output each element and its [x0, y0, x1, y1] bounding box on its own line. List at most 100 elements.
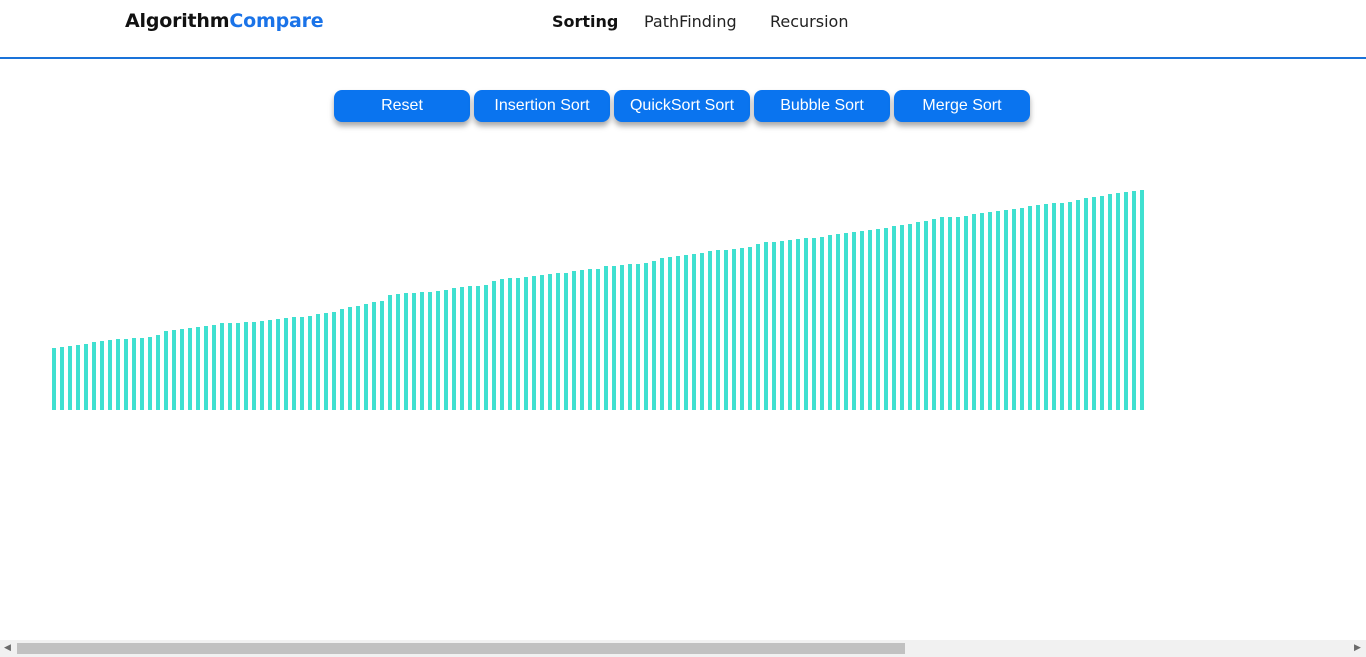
- array-bar: [884, 228, 888, 410]
- array-bar: [324, 313, 328, 410]
- sorting-bars-chart: [52, 190, 1172, 410]
- array-bar: [532, 276, 536, 410]
- array-bar: [692, 254, 696, 410]
- array-bar: [100, 341, 104, 410]
- scroll-left-arrow-icon[interactable]: ◀: [4, 643, 11, 654]
- array-bar: [52, 348, 56, 410]
- array-bar: [332, 312, 336, 410]
- array-bar: [1060, 203, 1064, 410]
- array-bar: [300, 317, 304, 410]
- array-bar: [732, 249, 736, 410]
- array-bar: [804, 238, 808, 410]
- array-bar: [164, 331, 168, 410]
- array-bar: [604, 266, 608, 410]
- array-bar: [364, 304, 368, 410]
- array-bar: [500, 279, 504, 410]
- array-bar: [244, 322, 248, 410]
- array-bar: [196, 327, 200, 410]
- array-bar: [1036, 205, 1040, 410]
- array-bar: [980, 213, 984, 410]
- brand-logo[interactable]: AlgorithmCompare: [125, 10, 324, 32]
- array-bar: [444, 290, 448, 410]
- array-bar: [700, 253, 704, 410]
- array-bar: [836, 234, 840, 410]
- array-bar: [116, 339, 120, 410]
- array-bar: [620, 265, 624, 410]
- array-bar: [596, 269, 600, 410]
- array-bar: [812, 238, 816, 410]
- array-bar: [284, 318, 288, 410]
- array-bar: [380, 301, 384, 410]
- array-bar: [796, 239, 800, 410]
- array-bar: [356, 306, 360, 410]
- array-bar: [708, 251, 712, 410]
- array-bar: [204, 326, 208, 410]
- array-bar: [1140, 190, 1144, 410]
- array-bar: [420, 292, 424, 410]
- array-bar: [684, 255, 688, 410]
- array-bar: [1012, 209, 1016, 410]
- array-bar: [292, 317, 296, 410]
- array-bar: [404, 293, 408, 410]
- array-bar: [540, 275, 544, 410]
- array-bar: [348, 307, 352, 410]
- array-bar: [124, 339, 128, 410]
- array-bar: [644, 263, 648, 410]
- reset-button[interactable]: Reset: [334, 90, 470, 122]
- array-bar: [308, 316, 312, 410]
- horizontal-scrollbar[interactable]: ◀ ▶: [0, 640, 1366, 657]
- array-bar: [996, 211, 1000, 410]
- array-bar: [508, 278, 512, 410]
- array-bar: [156, 335, 160, 410]
- array-bar: [932, 219, 936, 410]
- array-bar: [372, 302, 376, 410]
- array-bar: [468, 286, 472, 410]
- array-bar: [636, 264, 640, 410]
- array-bar: [172, 330, 176, 410]
- array-bar: [396, 294, 400, 410]
- array-bar: [588, 269, 592, 410]
- array-bar: [212, 325, 216, 410]
- array-bar: [724, 250, 728, 410]
- quicksort-button[interactable]: QuickSort Sort: [614, 90, 750, 122]
- nav-recursion[interactable]: Recursion: [770, 12, 848, 31]
- array-bar: [76, 345, 80, 410]
- array-bar: [1116, 193, 1120, 410]
- array-bar: [844, 233, 848, 410]
- array-bar: [660, 258, 664, 410]
- array-bar: [188, 328, 192, 410]
- array-bar: [1004, 210, 1008, 410]
- scroll-right-arrow-icon[interactable]: ▶: [1354, 643, 1361, 654]
- algorithm-controls: Reset Insertion Sort QuickSort Sort Bubb…: [334, 90, 1030, 122]
- array-bar: [252, 322, 256, 410]
- array-bar: [972, 214, 976, 410]
- array-bar: [964, 216, 968, 410]
- array-bar: [828, 235, 832, 410]
- array-bar: [148, 337, 152, 410]
- array-bar: [1068, 202, 1072, 410]
- top-navbar: AlgorithmCompare Sorting PathFinding Rec…: [0, 0, 1366, 59]
- array-bar: [556, 273, 560, 410]
- array-bar: [68, 346, 72, 410]
- nav-sorting[interactable]: Sorting: [552, 12, 618, 31]
- array-bar: [84, 344, 88, 410]
- insertion-sort-button[interactable]: Insertion Sort: [474, 90, 610, 122]
- nav-pathfinding[interactable]: PathFinding: [644, 12, 737, 31]
- brand-text-accent: Compare: [229, 10, 324, 32]
- merge-sort-button[interactable]: Merge Sort: [894, 90, 1030, 122]
- array-bar: [476, 286, 480, 410]
- bubble-sort-button[interactable]: Bubble Sort: [754, 90, 890, 122]
- array-bar: [956, 217, 960, 410]
- array-bar: [908, 224, 912, 410]
- array-bar: [260, 321, 264, 410]
- array-bar: [780, 241, 784, 410]
- array-bar: [388, 295, 392, 410]
- array-bar: [220, 323, 224, 410]
- array-bar: [876, 229, 880, 410]
- array-bar: [428, 292, 432, 410]
- scrollbar-thumb[interactable]: [17, 643, 905, 654]
- array-bar: [572, 271, 576, 410]
- array-bar: [764, 242, 768, 410]
- array-bar: [1132, 191, 1136, 410]
- array-bar: [1108, 194, 1112, 410]
